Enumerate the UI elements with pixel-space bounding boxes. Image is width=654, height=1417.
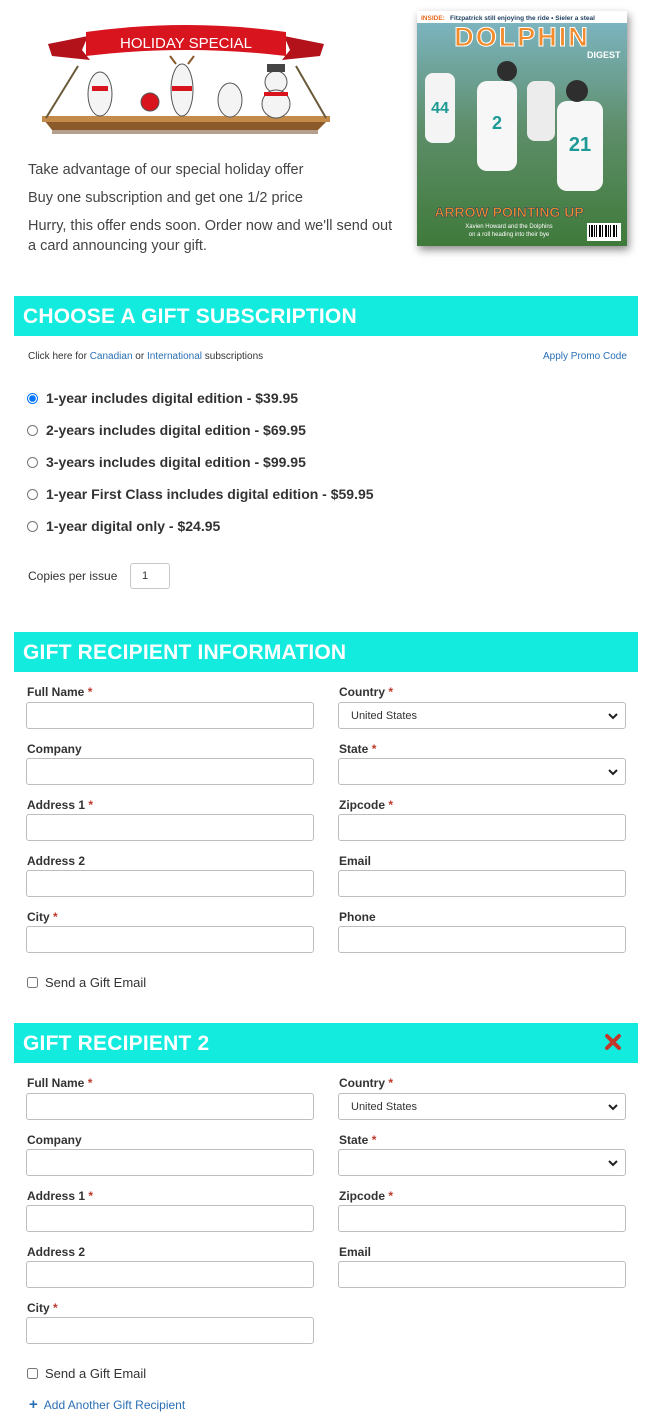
subscription-option-first-class[interactable]: 1-year First Class includes digital edit… — [27, 486, 374, 502]
address1-label: Address 1 * — [27, 798, 94, 812]
state-label: State * — [339, 742, 377, 756]
zipcode-label: Zipcode * — [339, 798, 394, 812]
phone-label: Phone — [339, 910, 376, 924]
send-gift-email-checkbox-2[interactable]: Send a Gift Email — [27, 1366, 146, 1381]
zipcode-input[interactable] — [338, 814, 626, 841]
magazine-cover: INSIDE: Fitzpatrick still enjoying the r… — [417, 11, 627, 246]
radio-digital[interactable] — [27, 520, 38, 532]
address2-input[interactable] — [26, 870, 314, 897]
svg-text:44: 44 — [431, 100, 449, 117]
close-icon[interactable] — [604, 1032, 622, 1052]
country-value-2: United States — [351, 1100, 418, 1113]
option-label: 1-year digital only - $24.95 — [46, 518, 221, 534]
address2-input-2[interactable] — [26, 1261, 314, 1288]
country-label-2: Country * — [339, 1076, 394, 1090]
full-name-label: Full Name * — [27, 685, 93, 699]
subscription-option-digital[interactable]: 1-year digital only - $24.95 — [27, 518, 220, 534]
city-input[interactable] — [26, 926, 314, 953]
section-header-recipient-2: GIFT RECIPIENT 2 — [14, 1023, 638, 1063]
promo-text-3: Hurry, this offer ends soon. Order now a… — [28, 218, 393, 254]
email-input-2[interactable] — [338, 1261, 626, 1288]
email-label-2: Email — [339, 1245, 372, 1259]
send-gift-email-input-2[interactable] — [27, 1368, 38, 1379]
section-header-recipient-1: GIFT RECIPIENT INFORMATION — [14, 632, 638, 672]
recipient-2-title: GIFT RECIPIENT 2 — [23, 1032, 210, 1055]
address2-label: Address 2 — [27, 854, 86, 868]
option-label: 3-years includes digital edition - $99.9… — [46, 454, 306, 470]
or-text: or — [135, 351, 145, 362]
subscription-option-2yr[interactable]: 2-years includes digital edition - $69.9… — [27, 422, 306, 438]
full-name-label-2: Full Name * — [27, 1076, 93, 1090]
section-header-subscription: CHOOSE A GIFT SUBSCRIPTION — [14, 296, 638, 336]
country-value: United States — [351, 709, 418, 722]
option-label: 2-years includes digital edition - $69.9… — [46, 422, 306, 438]
company-input-2[interactable] — [26, 1149, 314, 1176]
copies-per-issue-label: Copies per issue — [28, 569, 118, 583]
address1-input[interactable] — [26, 814, 314, 841]
subscription-option-3yr[interactable]: 3-years includes digital edition - $99.9… — [27, 454, 306, 470]
svg-text:2: 2 — [492, 113, 502, 133]
state-select[interactable] — [338, 758, 626, 785]
address1-label-2: Address 1 * — [27, 1189, 94, 1203]
city-label: City * — [27, 910, 58, 924]
international-links: Click here for Canadian or International… — [28, 351, 263, 362]
country-label: Country * — [339, 685, 394, 699]
city-label-2: City * — [27, 1301, 58, 1315]
full-name-input[interactable] — [26, 702, 314, 729]
apply-promo-code-link[interactable]: Apply Promo Code — [543, 351, 627, 362]
plus-icon: + — [29, 1396, 38, 1413]
state-select-2[interactable] — [338, 1149, 626, 1176]
country-select[interactable]: United States — [338, 702, 626, 729]
country-select-2[interactable]: United States — [338, 1093, 626, 1120]
chevron-down-icon — [608, 768, 618, 775]
send-gift-email-label-2: Send a Gift Email — [45, 1366, 147, 1381]
zipcode-label-2: Zipcode * — [339, 1189, 394, 1203]
holiday-special-banner: HOLIDAY SPECIAL — [42, 25, 330, 134]
radio-1yr[interactable] — [27, 392, 38, 404]
address2-label-2: Address 2 — [27, 1245, 86, 1259]
chevron-down-icon — [608, 712, 618, 719]
send-gift-email-label: Send a Gift Email — [45, 975, 147, 990]
click-here-text: Click here for — [28, 351, 87, 362]
copies-per-issue-input[interactable] — [130, 563, 170, 589]
add-another-recipient-label: Add Another Gift Recipient — [43, 1398, 186, 1412]
subscriptions-text: subscriptions — [204, 351, 264, 362]
state-label-2: State * — [339, 1133, 377, 1147]
option-label: 1-year includes digital edition - $39.95 — [46, 390, 299, 406]
zipcode-input-2[interactable] — [338, 1205, 626, 1232]
address1-input-2[interactable] — [26, 1205, 314, 1232]
email-input[interactable] — [338, 870, 626, 897]
svg-text:ARROW POINTING UP: ARROW POINTING UP — [434, 204, 583, 220]
company-label-2: Company — [27, 1133, 82, 1147]
option-label: 1-year First Class includes digital edit… — [46, 486, 374, 502]
svg-text:Xavien Howard and the Dolphins: Xavien Howard and the Dolphins — [465, 224, 552, 230]
company-input[interactable] — [26, 758, 314, 785]
subscription-option-1yr[interactable]: 1-year includes digital edition - $39.95 — [27, 390, 298, 406]
chevron-down-icon — [608, 1159, 618, 1166]
svg-text:HOLIDAY SPECIAL: HOLIDAY SPECIAL — [120, 35, 252, 52]
radio-2yr[interactable] — [27, 424, 38, 436]
chevron-down-icon — [608, 1103, 618, 1110]
company-label: Company — [27, 742, 82, 756]
phone-input[interactable] — [338, 926, 626, 953]
radio-first-class[interactable] — [27, 488, 38, 500]
svg-text:21: 21 — [569, 134, 591, 156]
city-input-2[interactable] — [26, 1317, 314, 1344]
svg-text:on a roll heading into their b: on a roll heading into their bye — [469, 232, 550, 238]
svg-text:INSIDE:: INSIDE: — [421, 15, 445, 22]
email-label: Email — [339, 854, 372, 868]
international-link[interactable]: International — [147, 351, 202, 362]
svg-text:DOLPHIN: DOLPHIN — [454, 22, 590, 52]
canadian-link[interactable]: Canadian — [90, 351, 133, 362]
svg-text:Fitzpatrick still enjoying the: Fitzpatrick still enjoying the ride • Si… — [450, 15, 595, 22]
full-name-input-2[interactable] — [26, 1093, 314, 1120]
send-gift-email-checkbox[interactable]: Send a Gift Email — [27, 975, 146, 990]
promo-text-1: Take advantage of our special holiday of… — [28, 162, 304, 178]
radio-3yr[interactable] — [27, 456, 38, 468]
add-another-recipient-link[interactable]: + Add Another Gift Recipient — [29, 1396, 186, 1413]
promo-text-2: Buy one subscription and get one 1/2 pri… — [28, 190, 303, 206]
svg-text:DIGEST: DIGEST — [587, 50, 621, 60]
send-gift-email-input[interactable] — [27, 977, 38, 988]
